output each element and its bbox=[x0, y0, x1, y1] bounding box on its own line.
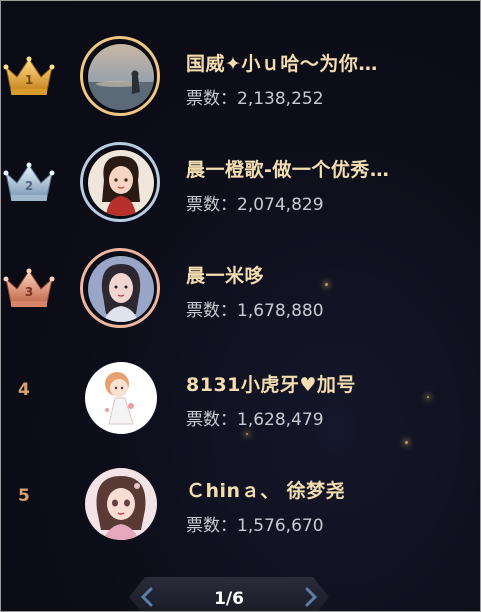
avatar[interactable] bbox=[85, 468, 157, 540]
contestant-name: 8131小虎牙♥加号 bbox=[186, 374, 356, 396]
vote-count: 票数：2,074,829 bbox=[186, 195, 324, 215]
contestant-name: 晨一米哆 bbox=[186, 265, 265, 287]
vote-count: 票数：1,576,670 bbox=[186, 516, 324, 536]
ranking-row-3[interactable]: 3 晨一米哆 票数：1,678,880 bbox=[1, 248, 480, 345]
avatar[interactable] bbox=[85, 362, 157, 434]
avatar[interactable] bbox=[87, 149, 155, 217]
gold-crown-icon: 1 bbox=[3, 56, 55, 95]
avatar[interactable] bbox=[87, 43, 155, 111]
ranking-panel: 1 国威✦小ｕ哈～为你… 票数：2,138,252 2 晨一橙歌-做一个优秀… … bbox=[0, 0, 481, 612]
svg-text:2: 2 bbox=[25, 179, 33, 193]
ranking-row-5[interactable]: 5 Ｃhinａ、 徐梦尧 票数：1,576,670 bbox=[1, 464, 480, 560]
vote-count: 票数：2,138,252 bbox=[186, 89, 324, 109]
ranking-row-1[interactable]: 1 国威✦小ｕ哈～为你… 票数：2,138,252 bbox=[1, 36, 480, 133]
rank-number: 4 bbox=[18, 380, 30, 400]
vote-count: 票数：1,628,479 bbox=[186, 410, 324, 430]
ranking-row-2[interactable]: 2 晨一橙歌-做一个优秀… 票数：2,074,829 bbox=[1, 142, 480, 239]
rank-number: 5 bbox=[18, 486, 30, 506]
silver-crown-icon: 2 bbox=[3, 162, 55, 201]
next-page-button[interactable] bbox=[293, 577, 329, 611]
bronze-crown-icon: 3 bbox=[3, 268, 55, 307]
contestant-name: 国威✦小ｕ哈～为你… bbox=[186, 53, 378, 75]
ranking-row-4[interactable]: 4 8131小虎牙♥加号 票数：1,628,479 bbox=[1, 358, 480, 454]
svg-text:1: 1 bbox=[25, 73, 33, 87]
avatar-frame bbox=[80, 36, 160, 116]
avatar-frame bbox=[80, 142, 160, 222]
avatar[interactable] bbox=[87, 255, 155, 323]
avatar-frame bbox=[80, 248, 160, 328]
contestant-name: 晨一橙歌-做一个优秀… bbox=[186, 159, 390, 181]
svg-text:3: 3 bbox=[25, 285, 33, 299]
chevron-right-icon bbox=[305, 587, 318, 607]
contestant-name: Ｃhinａ、 徐梦尧 bbox=[186, 480, 346, 502]
pagination: 1/6 bbox=[129, 577, 329, 611]
vote-count: 票数：1,678,880 bbox=[186, 301, 324, 321]
